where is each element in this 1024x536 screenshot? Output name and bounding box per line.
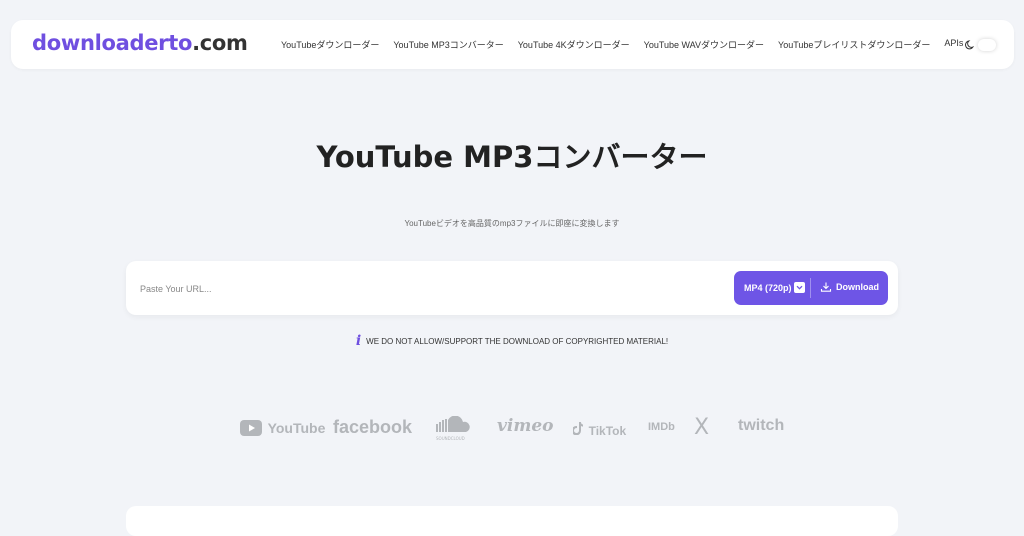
info-icon: i [355, 333, 362, 349]
format-select[interactable]: MP4 (720p) [744, 282, 805, 293]
toggle-track[interactable] [978, 39, 996, 51]
soundcloud-cloud-icon [436, 415, 470, 432]
nav-youtube-playlist-downloader[interactable]: YouTubeプレイリストダウンローダー [778, 38, 930, 51]
x-logo: X [694, 415, 710, 440]
action-group: MP4 (720p) Download [734, 271, 888, 305]
logo-tld: .com [192, 31, 248, 55]
tiktok-note-icon [571, 422, 583, 436]
site-logo[interactable]: downloaderto.com [32, 31, 248, 55]
url-input[interactable] [138, 275, 722, 303]
facebook-logo: facebook [333, 417, 413, 437]
youtube-wordmark: YouTube [267, 420, 326, 436]
copyright-notice: i WE DO NOT ALLOW/SUPPORT THE DOWNLOAD O… [312, 333, 712, 349]
download-icon [820, 282, 832, 292]
nav-youtube-wav-downloader[interactable]: YouTube WAVダウンローダー [644, 38, 764, 51]
chevron-down-icon [793, 282, 805, 293]
notice-text: WE DO NOT ALLOW/SUPPORT THE DOWNLOAD OF … [366, 336, 669, 346]
platform-logos: YouTube facebook SOUNDCLOUD vimeo TikTok… [240, 415, 790, 442]
nav-youtube-4k-downloader[interactable]: YouTube 4Kダウンローダー [518, 38, 630, 51]
tiktok-wordmark: TikTok [588, 424, 627, 438]
tiktok-logo: TikTok [571, 420, 627, 439]
youtube-logo: YouTube [240, 418, 325, 437]
content-card [126, 506, 898, 536]
nav-youtube-downloader[interactable]: YouTubeダウンローダー [281, 38, 379, 51]
page-title: YouTube MP3コンバーター [316, 140, 708, 174]
youtube-play-icon [240, 420, 262, 436]
vimeo-logo: vimeo [497, 416, 554, 436]
soundcloud-logo: SOUNDCLOUD [436, 415, 474, 441]
download-button[interactable]: Download [820, 281, 879, 293]
nav-youtube-mp3-converter[interactable]: YouTube MP3コンバーター [393, 38, 503, 51]
page-subtitle: YouTubeビデオを高品質のmp3ファイルに即座に変換します [404, 219, 620, 228]
imdb-logo: IMDb [648, 421, 675, 433]
download-label: Download [836, 282, 879, 292]
site-header: downloaderto.com YouTubeダウンローダー YouTube … [11, 20, 1014, 69]
theme-toggle[interactable] [962, 36, 998, 54]
soundcloud-wordmark: SOUNDCLOUD [436, 436, 465, 441]
logo-brand: downloaderto [32, 31, 193, 55]
main-nav: YouTubeダウンローダー YouTube MP3コンバーター YouTube… [281, 38, 963, 51]
twitch-logo: twitch [738, 417, 785, 434]
nav-apis[interactable]: APIs [944, 38, 963, 51]
search-card: MP4 (720p) Download [126, 261, 898, 315]
button-divider [810, 278, 811, 298]
moon-icon [965, 40, 975, 50]
format-label: MP4 (720p) [744, 282, 792, 293]
